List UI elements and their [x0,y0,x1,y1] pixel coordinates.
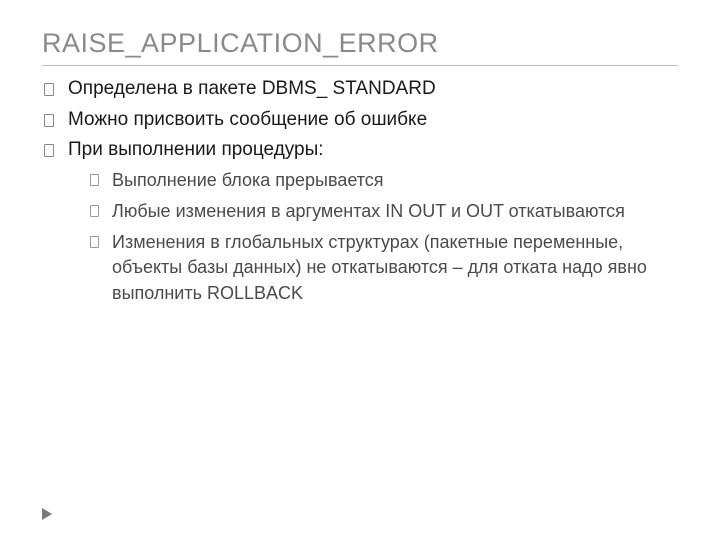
content-area: Определена в пакете DBMS_ STANDARD Можно… [42,72,678,306]
list-item: При выполнении процедуры: Выполнение бло… [42,137,678,306]
play-arrow-icon [42,508,52,520]
bullet-list-level-1: Определена в пакете DBMS_ STANDARD Можно… [42,76,678,306]
list-item: Изменения в глобальных структурах (пакет… [88,230,678,306]
slide-title: RAISE_APPLICATION_ERROR [42,28,678,66]
bullet-list-level-2: Выполнение блока прерывается Любые измен… [68,168,678,306]
list-item-label: При выполнении процедуры: [68,139,324,160]
list-item: Выполнение блока прерывается [88,168,678,193]
list-item: Любые изменения в аргументах IN OUT и OU… [88,199,678,224]
list-item: Определена в пакете DBMS_ STANDARD [42,76,678,103]
list-item: Можно присвоить сообщение об ошибке [42,107,678,134]
